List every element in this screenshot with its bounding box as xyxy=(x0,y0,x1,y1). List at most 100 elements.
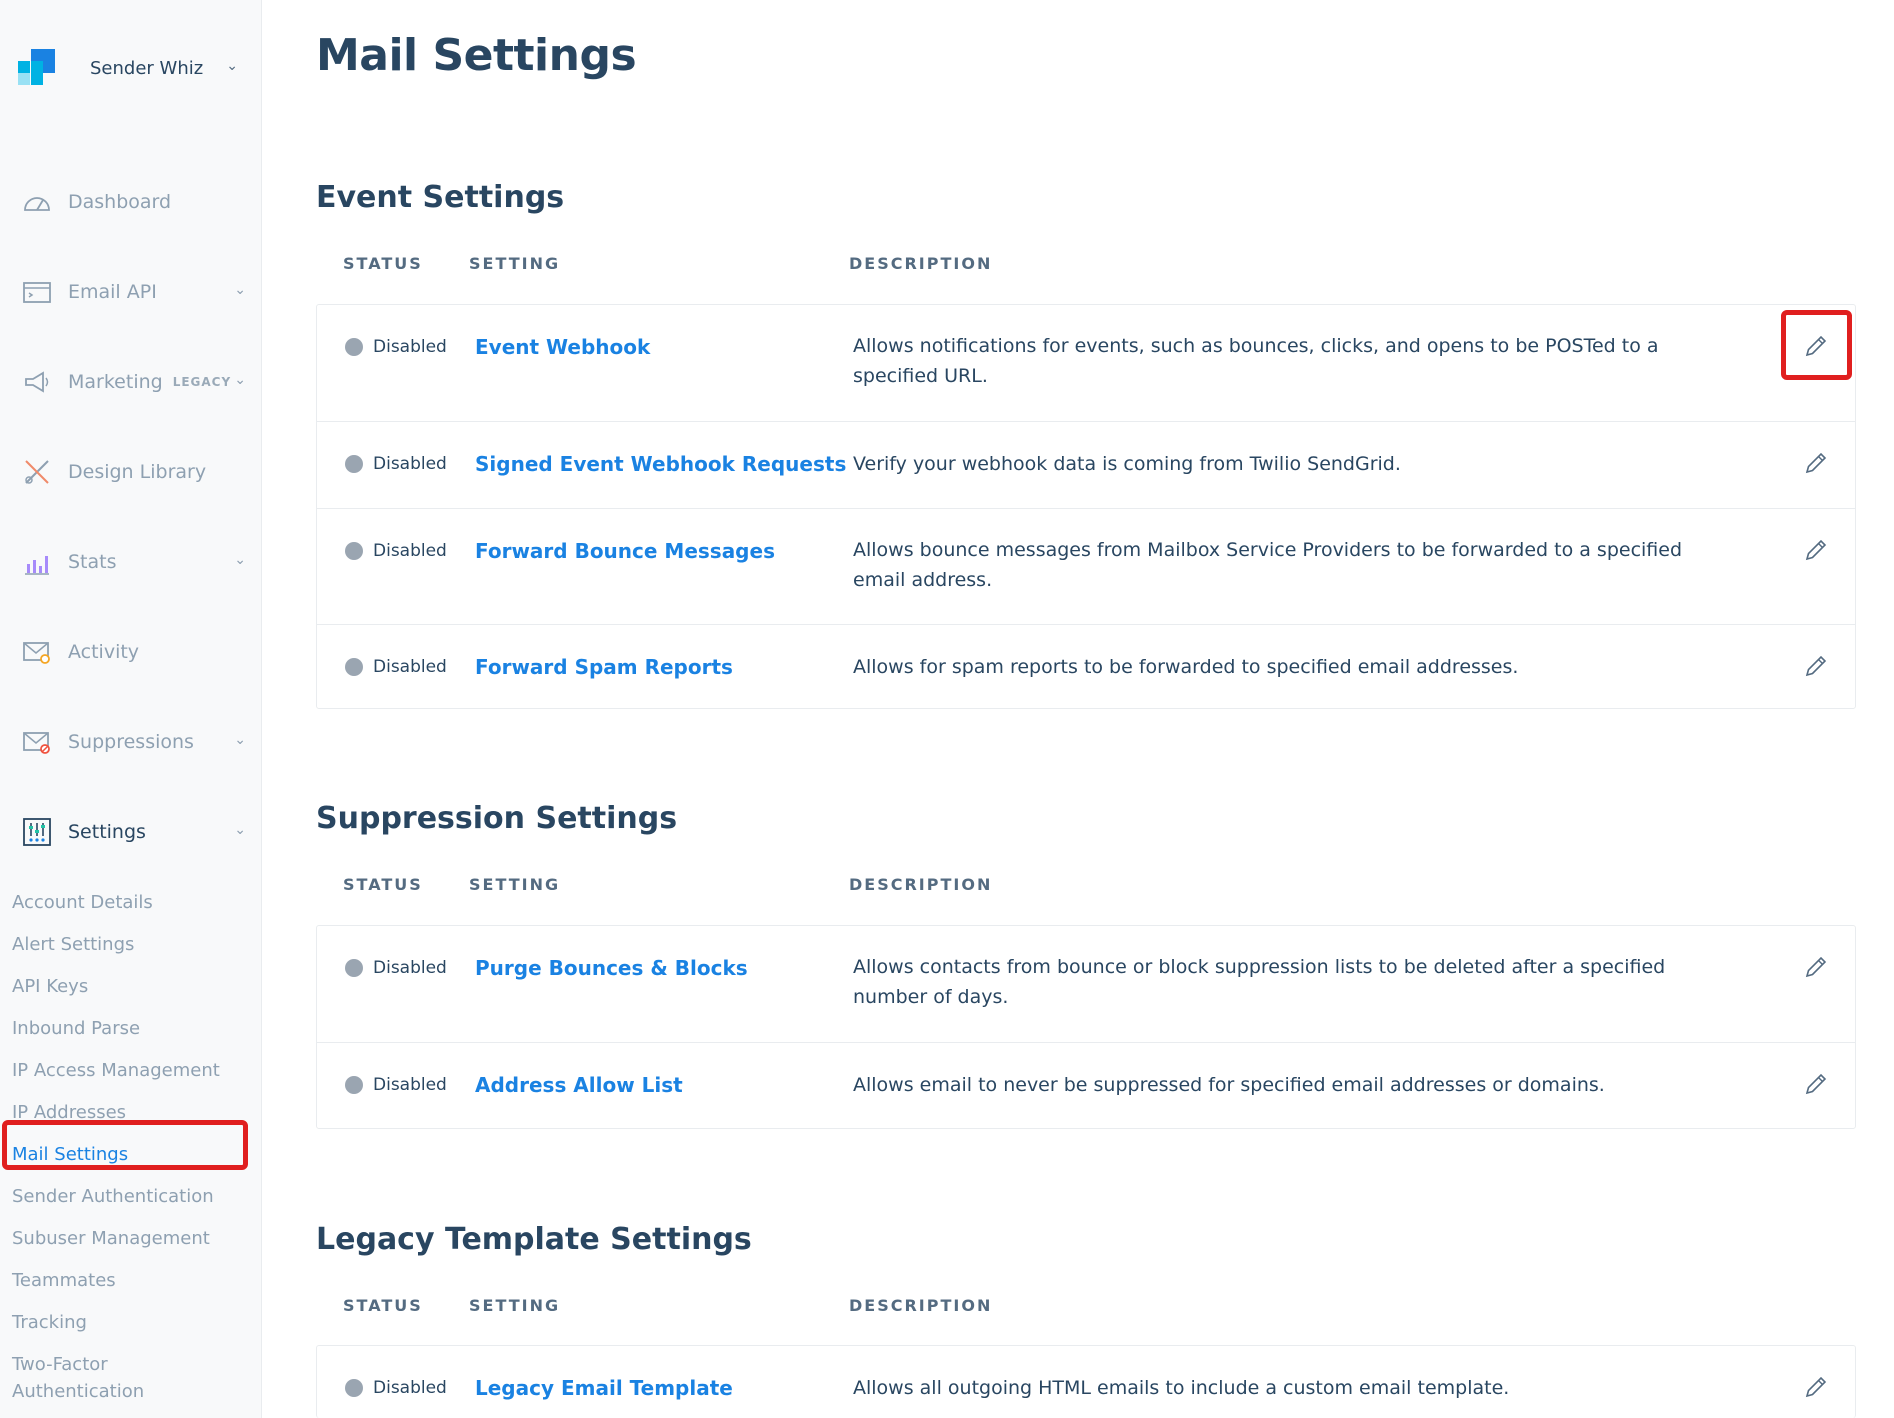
pencil-icon xyxy=(1805,452,1827,474)
status-dot-icon xyxy=(345,959,363,977)
setting-link-forward-spam[interactable]: Forward Spam Reports xyxy=(475,655,733,679)
subnav-tracking[interactable]: Tracking xyxy=(12,1312,87,1333)
status-dot-icon xyxy=(345,658,363,676)
status-indicator: Disabled xyxy=(345,541,447,561)
nav-marketing[interactable]: Marketing LEGACY ⌄ xyxy=(20,362,250,402)
nav-suppressions[interactable]: Suppressions ⌄ xyxy=(20,722,250,762)
nav-design-library[interactable]: Design Library xyxy=(20,452,250,492)
status-dot-icon xyxy=(345,455,363,473)
setting-description: Allows for spam reports to be forwarded … xyxy=(853,656,1519,678)
setting-link-legacy-email-template[interactable]: Legacy Email Template xyxy=(475,1376,733,1400)
edit-button[interactable] xyxy=(1801,448,1831,478)
nav-label: Stats xyxy=(68,551,117,573)
nav-label: Activity xyxy=(68,641,140,663)
megaphone-icon xyxy=(20,365,54,399)
highlight-edit-event-webhook xyxy=(1781,310,1852,380)
section-title-suppression-settings: Suppression Settings xyxy=(316,801,678,836)
dashboard-icon xyxy=(20,185,54,219)
chevron-down-icon: ⌄ xyxy=(234,552,246,568)
chevron-down-icon: ⌄ xyxy=(234,282,246,298)
setting-description: Allows bounce messages from Mailbox Serv… xyxy=(853,539,1683,591)
chevron-down-icon: ⌄ xyxy=(234,822,246,838)
table-row: Disabled Address Allow List Allows email… xyxy=(317,1042,1855,1130)
nav-label: Suppressions xyxy=(68,731,194,753)
edit-button[interactable] xyxy=(1801,535,1831,565)
stats-icon xyxy=(20,545,54,579)
subnav-alert-settings[interactable]: Alert Settings xyxy=(12,934,134,955)
setting-description: Allows all outgoing HTML emails to inclu… xyxy=(853,1377,1510,1399)
table-row: Disabled Event Webhook Allows notificati… xyxy=(317,305,1855,421)
chevron-down-icon: ⌄ xyxy=(226,58,238,74)
setting-link-forward-bounce[interactable]: Forward Bounce Messages xyxy=(475,539,775,563)
section-title-legacy-template-settings: Legacy Template Settings xyxy=(316,1222,752,1257)
nav-activity[interactable]: Activity xyxy=(20,632,250,672)
nav-label: Design Library xyxy=(68,461,207,483)
edit-button[interactable] xyxy=(1801,1069,1831,1099)
subnav-ip-access-management[interactable]: IP Access Management xyxy=(12,1060,220,1081)
pencil-icon xyxy=(1805,956,1827,978)
edit-button[interactable] xyxy=(1801,1372,1831,1402)
chevron-down-icon: ⌄ xyxy=(234,372,246,388)
status-indicator: Disabled xyxy=(345,1075,447,1095)
subnav-api-keys[interactable]: API Keys xyxy=(12,976,88,997)
account-switcher[interactable]: Sender Whiz ⌄ xyxy=(18,48,248,88)
status-dot-icon xyxy=(345,1076,363,1094)
status-indicator: Disabled xyxy=(345,657,447,677)
table-row: Disabled Forward Bounce Messages Allows … xyxy=(317,508,1855,624)
chevron-down-icon: ⌄ xyxy=(234,732,246,748)
suppressions-icon xyxy=(20,725,54,759)
status-indicator: Disabled xyxy=(345,337,447,357)
column-header-description: DESCRIPTION xyxy=(849,254,993,273)
setting-link-address-allow-list[interactable]: Address Allow List xyxy=(475,1073,683,1097)
status-indicator: Disabled xyxy=(345,958,447,978)
table-row: Disabled Signed Event Webhook Requests V… xyxy=(317,421,1855,508)
setting-description: Allows email to never be suppressed for … xyxy=(853,1074,1605,1096)
status-dot-icon xyxy=(345,338,363,356)
table-row: Disabled Purge Bounces & Blocks Allows c… xyxy=(317,926,1855,1042)
setting-description: Verify your webhook data is coming from … xyxy=(853,453,1401,475)
legacy-badge: LEGACY xyxy=(172,375,232,389)
edit-button[interactable] xyxy=(1801,952,1831,982)
column-header-setting: SETTING xyxy=(469,254,561,273)
column-header-description: DESCRIPTION xyxy=(849,1296,993,1315)
pencil-icon xyxy=(1805,1073,1827,1095)
nav-label: Dashboard xyxy=(68,191,172,213)
nav-dashboard[interactable]: Dashboard xyxy=(20,182,250,222)
nav-email-api[interactable]: Email API ⌄ xyxy=(20,272,250,312)
nav-settings[interactable]: Settings ⌄ xyxy=(20,812,250,852)
account-name: Sender Whiz xyxy=(90,57,204,79)
event-settings-table: Disabled Event Webhook Allows notificati… xyxy=(316,304,1856,709)
column-header-setting: SETTING xyxy=(469,1296,561,1315)
email-api-icon xyxy=(20,275,54,309)
column-header-description: DESCRIPTION xyxy=(849,875,993,894)
setting-link-event-webhook[interactable]: Event Webhook xyxy=(475,335,650,359)
subnav-inbound-parse[interactable]: Inbound Parse xyxy=(12,1018,140,1039)
pencil-icon xyxy=(1805,1376,1827,1398)
page-title: Mail Settings xyxy=(316,30,637,81)
status-indicator: Disabled xyxy=(345,454,447,474)
pencil-icon xyxy=(1805,539,1827,561)
subnav-teammates[interactable]: Teammates xyxy=(12,1270,116,1291)
setting-description: Allows contacts from bounce or block sup… xyxy=(853,956,1666,1008)
design-library-icon xyxy=(20,455,54,489)
setting-link-purge-bounces[interactable]: Purge Bounces & Blocks xyxy=(475,956,748,980)
subnav-authentication[interactable]: Authentication xyxy=(12,1381,144,1402)
table-row: Disabled Forward Spam Reports Allows for… xyxy=(317,624,1855,710)
suppression-settings-table: Disabled Purge Bounces & Blocks Allows c… xyxy=(316,925,1856,1129)
column-header-setting: SETTING xyxy=(469,875,561,894)
column-header-status: STATUS xyxy=(343,1296,423,1315)
status-dot-icon xyxy=(345,542,363,560)
subnav-two-factor[interactable]: Two-Factor xyxy=(12,1354,108,1375)
subnav-sender-authentication[interactable]: Sender Authentication xyxy=(12,1186,214,1207)
subnav-subuser-management[interactable]: Subuser Management xyxy=(12,1228,210,1249)
nav-label: Email API xyxy=(68,281,157,303)
edit-button[interactable] xyxy=(1801,651,1831,681)
status-dot-icon xyxy=(345,1379,363,1397)
subnav-account-details[interactable]: Account Details xyxy=(12,892,153,913)
nav-label: Settings xyxy=(68,821,146,843)
table-row: Disabled Legacy Email Template Allows al… xyxy=(317,1346,1855,1418)
nav-stats[interactable]: Stats ⌄ xyxy=(20,542,250,582)
sendgrid-logo-icon xyxy=(18,49,56,87)
setting-description: Allows notifications for events, such as… xyxy=(853,335,1659,387)
setting-link-signed-event-webhook[interactable]: Signed Event Webhook Requests xyxy=(475,452,846,476)
